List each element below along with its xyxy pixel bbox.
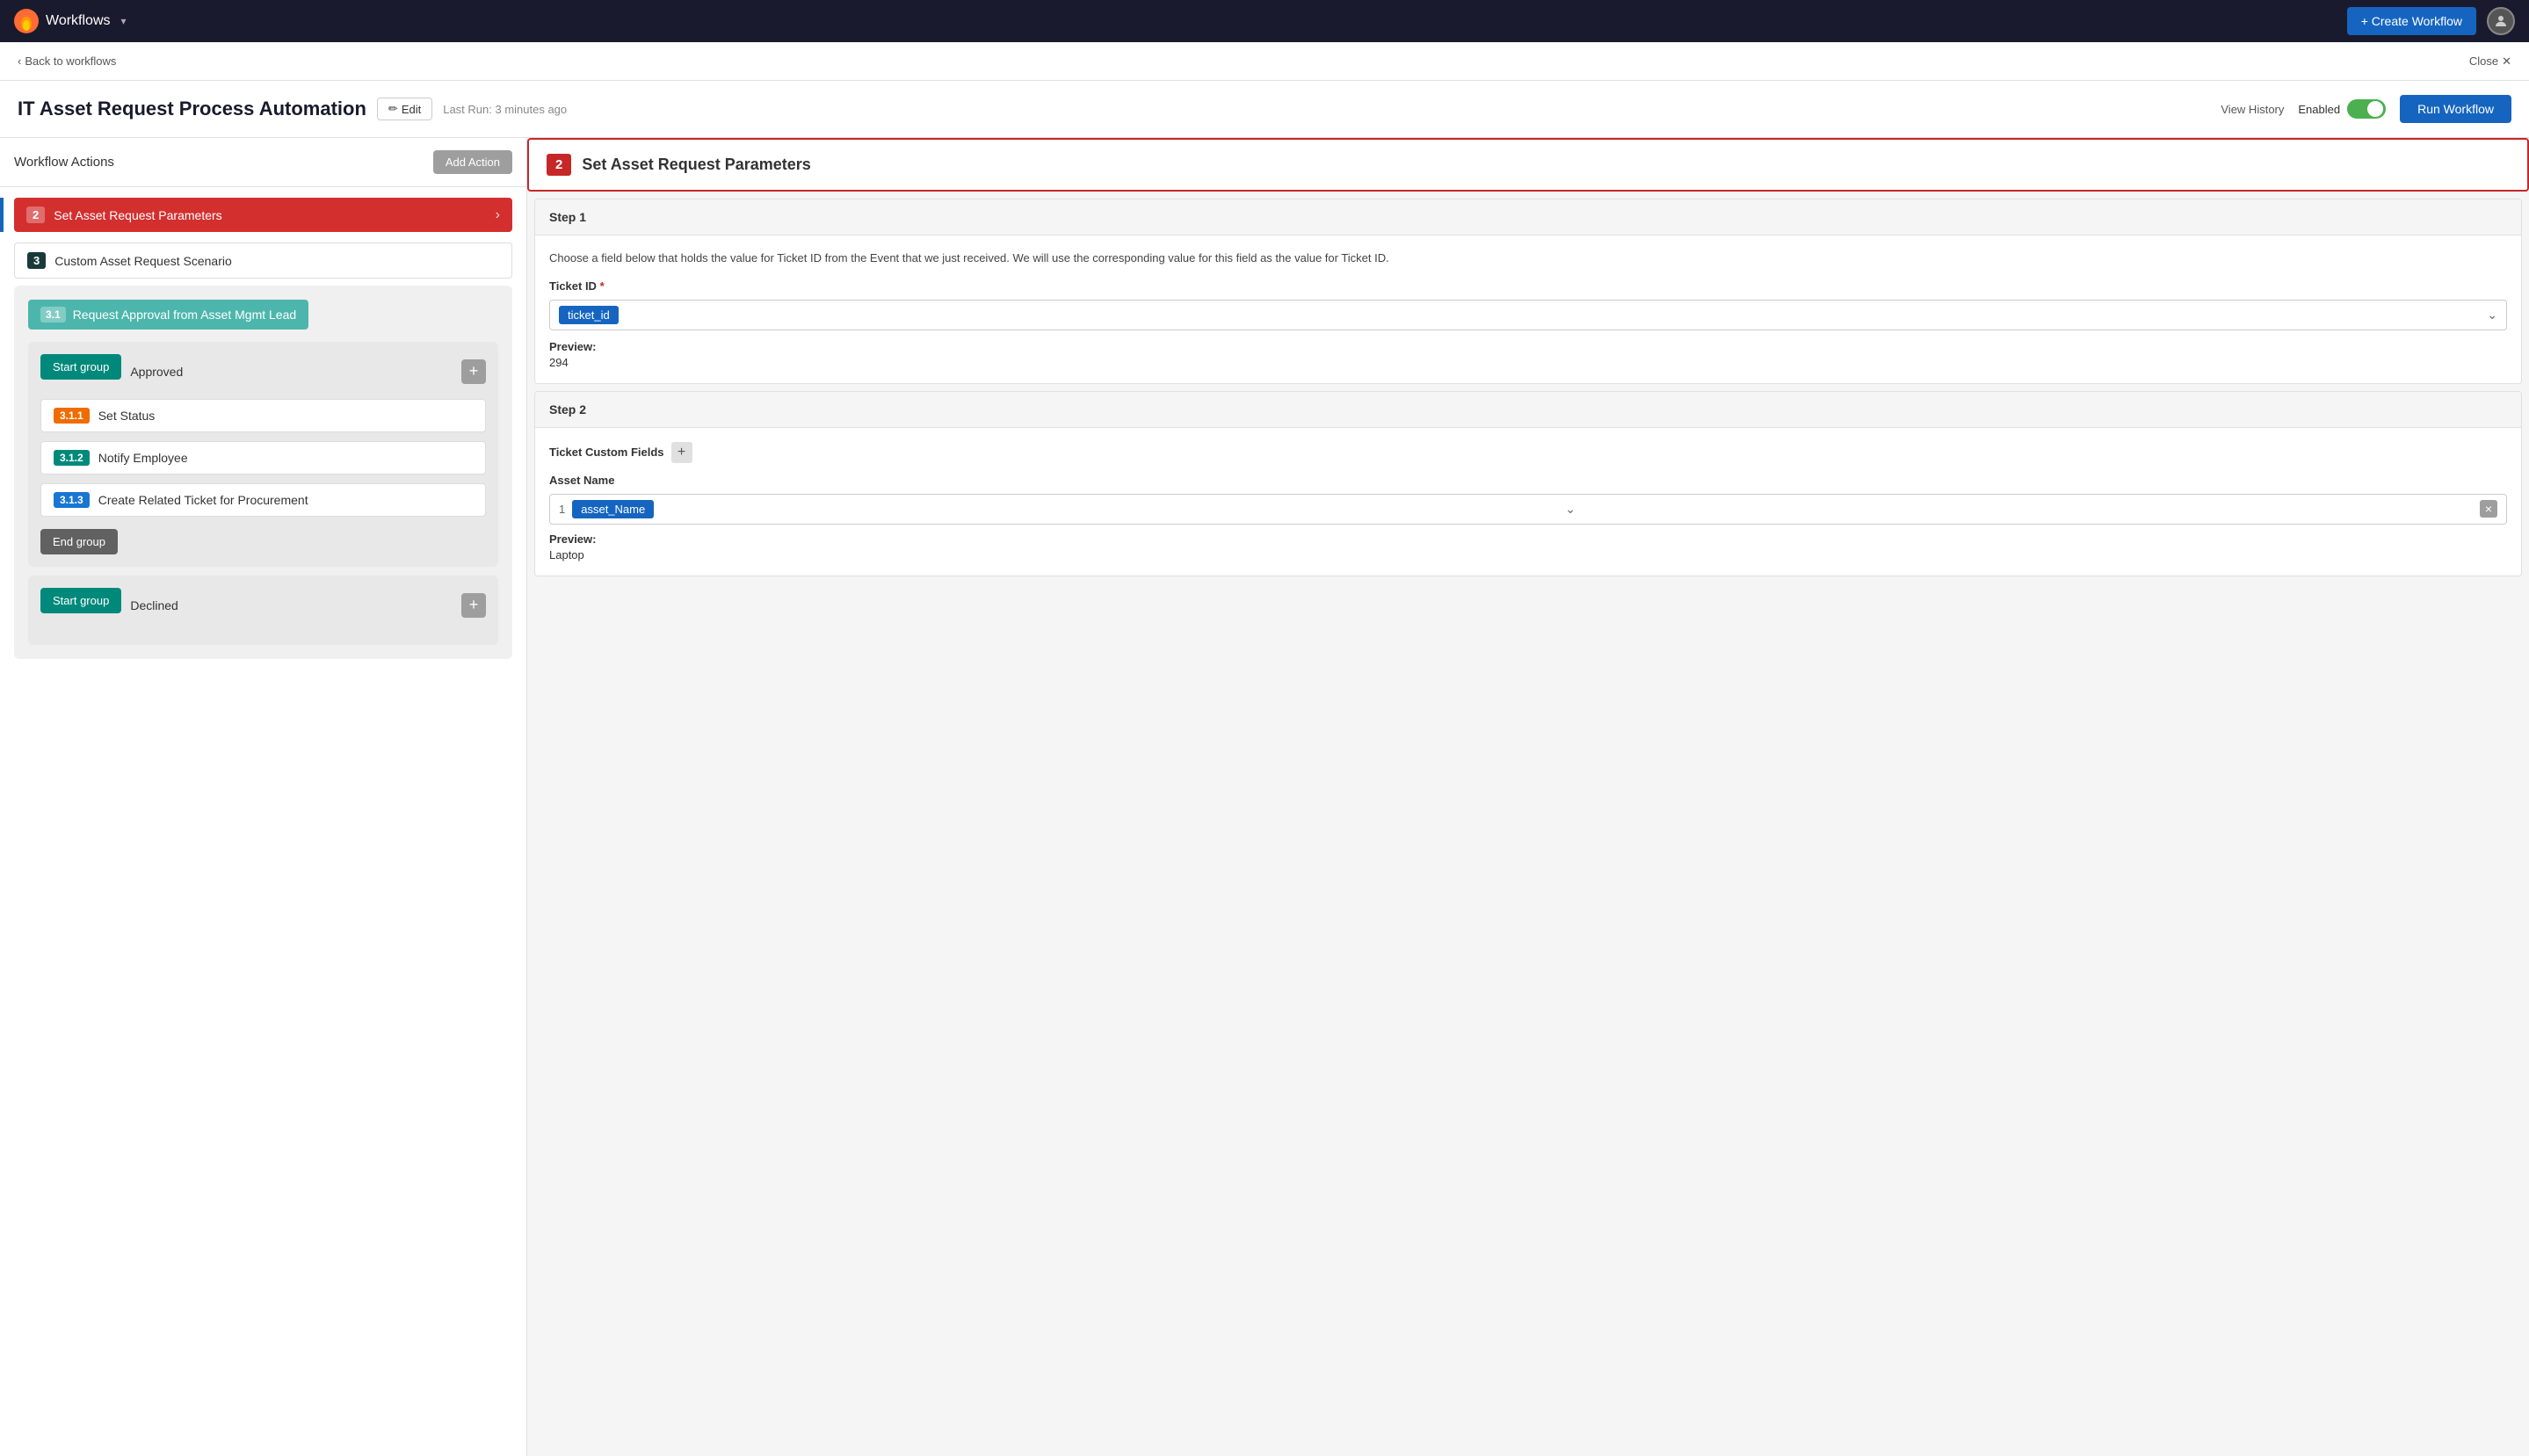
step-3-1-label: Request Approval from Asset Mgmt Lead (73, 308, 296, 322)
workflow-item-3[interactable]: 3 Custom Asset Request Scenario (14, 243, 512, 279)
edit-label: Edit (402, 103, 421, 116)
group2-header: Start group Declined + (40, 588, 486, 622)
edit-button[interactable]: ✏ Edit (377, 98, 432, 120)
step-3-1-1-label: Set Status (98, 409, 156, 423)
last-run-text: Last Run: 3 minutes ago (443, 103, 567, 116)
step-3-1-3[interactable]: 3.1.3 Create Related Ticket for Procurem… (40, 483, 486, 517)
run-workflow-button[interactable]: Run Workflow (2400, 95, 2511, 123)
step1-description: Choose a field below that holds the valu… (549, 250, 2507, 267)
step1-preview-value: 294 (549, 356, 2507, 369)
step-3-1-badge: 3.1 (40, 307, 66, 322)
enabled-toggle-container: Enabled (2298, 99, 2386, 119)
ticket-id-tag: ticket_id (559, 306, 619, 324)
start-group-button-1[interactable]: Start group (40, 354, 121, 380)
ticket-id-input-row[interactable]: ticket_id ⌄ (549, 300, 2507, 330)
nav-left: Workflows ▾ (14, 9, 127, 33)
close-label: Close (2469, 54, 2498, 68)
close-button[interactable]: Close ✕ (2469, 54, 2511, 69)
asset-name-section: Asset Name 1 asset_Name ⌄ × Preview: Lap… (549, 474, 2507, 561)
step-3-1[interactable]: 3.1 Request Approval from Asset Mgmt Lea… (28, 300, 308, 330)
step2-card-header: Step 2 (535, 392, 2521, 428)
header-left: IT Asset Request Process Automation ✏ Ed… (18, 98, 567, 120)
add-action-button[interactable]: Add Action (433, 150, 512, 174)
app-logo-icon (14, 9, 39, 33)
ticket-custom-fields-row: Ticket Custom Fields + (549, 442, 2507, 463)
remove-asset-name-button[interactable]: × (2480, 500, 2497, 518)
item-2-chevron-icon: › (496, 207, 500, 223)
add-ticket-field-button[interactable]: + (671, 442, 692, 463)
end-group-button-1[interactable]: End group (40, 529, 118, 554)
back-to-workflows-link[interactable]: ‹ Back to workflows (18, 54, 116, 68)
step-3-1-2-badge: 3.1.2 (54, 450, 90, 466)
item-2-label: Set Asset Request Parameters (54, 208, 221, 222)
step1-preview-label: Preview: (549, 340, 596, 353)
step-3-1-2[interactable]: 3.1.2 Notify Employee (40, 441, 486, 474)
step2-preview-label: Preview: (549, 532, 596, 546)
step-3-1-1[interactable]: 3.1.1 Set Status (40, 399, 486, 432)
pencil-icon: ✏ (388, 102, 398, 116)
group1-add-button[interactable]: + (461, 359, 486, 384)
right-panel-step-title: Set Asset Request Parameters (582, 156, 810, 174)
ticket-custom-fields-label: Ticket Custom Fields (549, 445, 664, 459)
asset-name-chevron-icon: ⌄ (1565, 502, 1576, 517)
top-nav: Workflows ▾ + Create Workflow (0, 0, 2529, 42)
main-content: Workflow Actions Add Action 2 Set Asset … (0, 138, 2529, 1456)
nav-chevron-icon: ▾ (121, 15, 127, 27)
step2-card-body: Ticket Custom Fields + Asset Name 1 asse… (535, 428, 2521, 576)
step1-card-body: Choose a field below that holds the valu… (535, 235, 2521, 383)
create-workflow-button[interactable]: + Create Workflow (2347, 7, 2476, 35)
step2-card: Step 2 Ticket Custom Fields + Asset Name… (534, 391, 2522, 576)
step-3-1-1-badge: 3.1.1 (54, 408, 90, 424)
asset-name-tag: asset_Name (572, 500, 654, 518)
right-panel-step-number: 2 (547, 154, 571, 176)
group1-header: Start group Approved + (40, 354, 486, 388)
back-label: Back to workflows (25, 54, 116, 68)
left-panel: Workflow Actions Add Action 2 Set Asset … (0, 138, 527, 1456)
asset-name-label: Asset Name (549, 474, 2507, 487)
app-title: Workflows (46, 13, 111, 29)
item-2-badge: 2 (26, 206, 45, 223)
group1-condition-label: Approved (130, 365, 183, 379)
enabled-toggle-switch[interactable] (2347, 99, 2386, 119)
step2-preview: Preview: Laptop (549, 532, 2507, 561)
right-panel-header: 2 Set Asset Request Parameters (527, 138, 2529, 192)
page-header: IT Asset Request Process Automation ✏ Ed… (0, 81, 2529, 138)
right-panel: 2 Set Asset Request Parameters Step 1 Ch… (527, 138, 2529, 1456)
nav-right: + Create Workflow (2347, 7, 2515, 35)
asset-name-input-row[interactable]: 1 asset_Name ⌄ × (549, 494, 2507, 525)
step1-card: Step 1 Choose a field below that holds t… (534, 199, 2522, 384)
step1-preview: Preview: 294 (549, 339, 2507, 369)
sub-nav: ‹ Back to workflows Close ✕ (0, 42, 2529, 81)
asset-name-field-num: 1 (559, 503, 565, 516)
approved-group-box: Start group Approved + 3.1.1 Set Status … (28, 342, 498, 567)
ticket-id-required: * (600, 279, 605, 293)
step2-preview-value: Laptop (549, 548, 2507, 561)
group2-condition-label: Declined (130, 598, 178, 612)
sub-group-container: 3.1 Request Approval from Asset Mgmt Lea… (14, 286, 512, 659)
user-avatar[interactable] (2487, 7, 2515, 35)
step-3-1-3-badge: 3.1.3 (54, 492, 90, 508)
step1-card-header: Step 1 (535, 199, 2521, 235)
ticket-id-chevron-icon: ⌄ (2487, 308, 2497, 322)
header-right: View History Enabled Run Workflow (2221, 95, 2511, 123)
workflow-actions-title: Workflow Actions (14, 155, 114, 170)
declined-group-box: Start group Declined + (28, 576, 498, 645)
page-title: IT Asset Request Process Automation (18, 98, 366, 120)
item-3-label: Custom Asset Request Scenario (54, 254, 232, 268)
ticket-id-field-label: Ticket ID * (549, 279, 2507, 293)
workflow-item-2[interactable]: 2 Set Asset Request Parameters › (14, 198, 512, 232)
group2-add-button[interactable]: + (461, 593, 486, 618)
workflow-actions-header: Workflow Actions Add Action (0, 138, 526, 187)
step-3-1-2-label: Notify Employee (98, 451, 188, 465)
view-history-link[interactable]: View History (2221, 103, 2284, 116)
toggle-knob (2367, 101, 2383, 117)
close-x-icon: ✕ (2502, 54, 2511, 69)
enabled-label: Enabled (2298, 103, 2340, 116)
back-arrow-icon: ‹ (18, 54, 21, 68)
item-3-badge: 3 (27, 252, 46, 269)
step-3-1-3-label: Create Related Ticket for Procurement (98, 493, 308, 507)
start-group-button-2[interactable]: Start group (40, 588, 121, 613)
